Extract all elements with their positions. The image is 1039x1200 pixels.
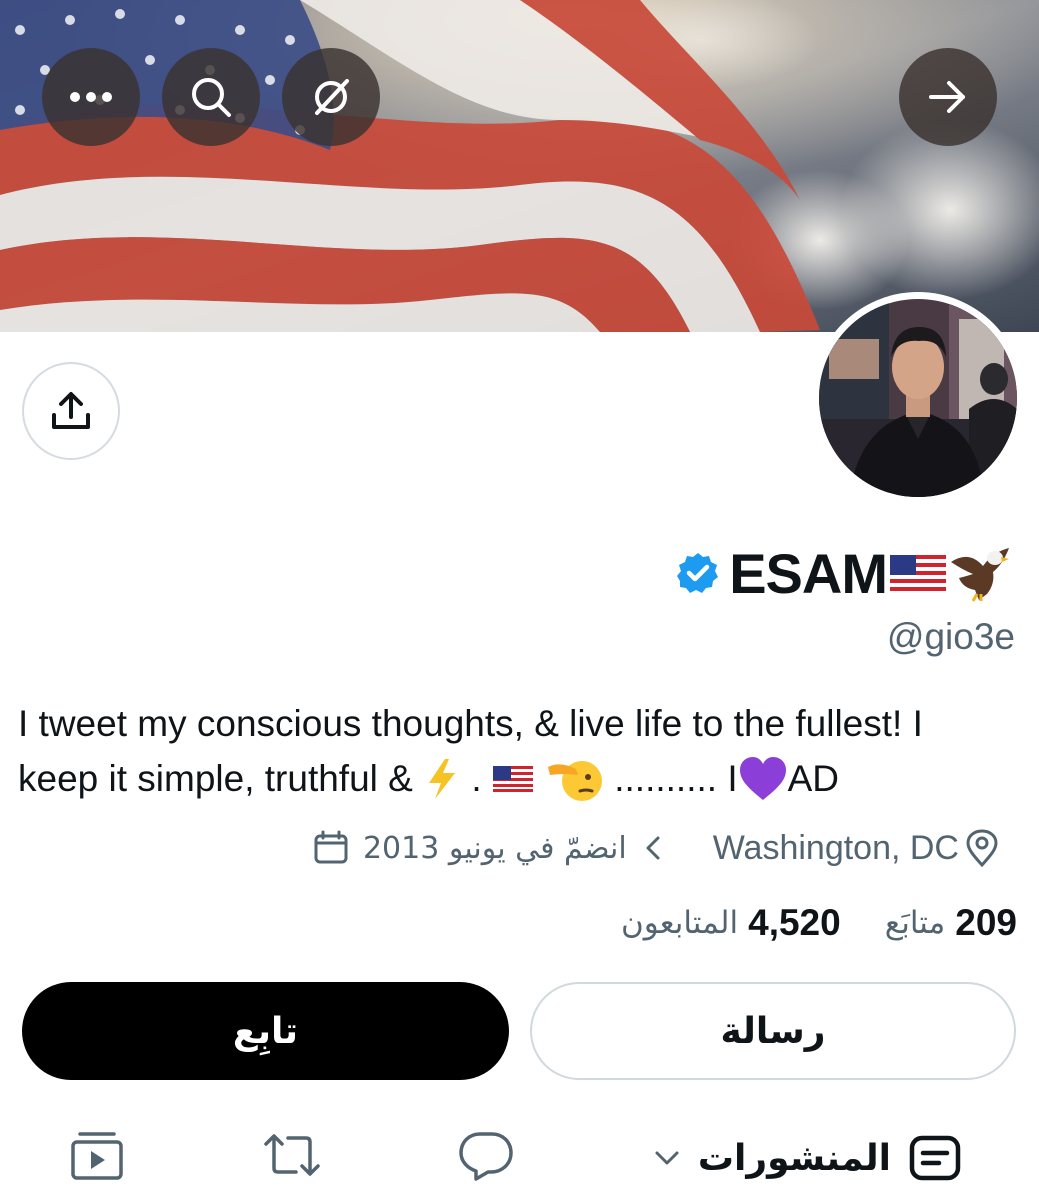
tab-posts[interactable]: المنشورات [654, 1128, 961, 1188]
profile-banner [0, 0, 1039, 332]
bio-text-a: keep it simple, truthful & [18, 758, 424, 799]
avatar-photo [819, 299, 1017, 497]
share-icon [52, 392, 90, 429]
lightning-emoji-icon [429, 758, 456, 799]
arrow-right-icon [929, 81, 965, 113]
bio-text-d: AD [787, 758, 840, 799]
profile-name-row: ESAM [677, 538, 1011, 608]
search-icon [192, 78, 231, 117]
message-button[interactable]: رسالة [530, 982, 1016, 1080]
profile-stats: 209 متابَع 4,520 المتابعون [621, 895, 1017, 951]
profile-bio: I tweet my conscious thoughts, & live li… [18, 696, 1023, 806]
follow-button[interactable]: تابِع [22, 982, 509, 1080]
profile-avatar[interactable] [812, 292, 1024, 504]
tab-reposts[interactable] [262, 1130, 322, 1185]
more-button[interactable] [42, 48, 140, 146]
location-text: Washington, DC [712, 828, 959, 867]
tab-replies[interactable] [458, 1130, 514, 1187]
more-horizontal-icon [70, 92, 112, 102]
joined-date: انضمّ في يونيو 2013 [362, 830, 627, 866]
posts-icon [909, 1135, 961, 1181]
share-button[interactable] [22, 362, 120, 460]
chevron-left-icon [646, 836, 660, 860]
followers-label[interactable]: المتابعون [621, 905, 738, 941]
us-flag-emoji-icon [492, 765, 533, 792]
following-count[interactable]: 209 [955, 902, 1017, 944]
grok-button[interactable] [282, 48, 380, 146]
bio-text-c: .......... I [603, 758, 738, 799]
bio-text-b: . [461, 758, 492, 799]
chevron-down-icon[interactable] [654, 1150, 680, 1166]
saluting-face-emoji-icon [547, 760, 602, 801]
eagle-emoji-icon [951, 548, 1009, 602]
profile-meta: انضمّ في يونيو 2013 Washington, DC [313, 820, 999, 876]
back-button[interactable] [899, 48, 997, 146]
us-flag-emoji-icon [890, 555, 946, 591]
profile-handle: @gio3e [886, 616, 1015, 657]
slashed-circle-icon [315, 79, 349, 115]
search-button[interactable] [162, 48, 260, 146]
tab-videos[interactable] [70, 1130, 124, 1187]
display-name: ESAM [729, 541, 888, 605]
following-label[interactable]: متابَع [885, 905, 946, 941]
profile-tab-bar: المنشورات [0, 1120, 1039, 1200]
reply-bubble-icon [459, 1132, 513, 1181]
bio-line-1: I tweet my conscious thoughts, & live li… [18, 703, 923, 744]
video-play-icon [71, 1132, 123, 1180]
tab-posts-label: المنشورات [697, 1137, 891, 1179]
flag-banner-image [0, 0, 1039, 332]
bio-line-2: keep it simple, truthful & . .......... … [18, 751, 1023, 806]
location-pin-icon [966, 829, 998, 867]
repost-icon [264, 1134, 320, 1176]
followers-count[interactable]: 4,520 [748, 902, 841, 944]
calendar-icon [314, 830, 348, 864]
verified-badge-icon [677, 553, 719, 593]
purple-heart-emoji-icon [739, 756, 786, 800]
